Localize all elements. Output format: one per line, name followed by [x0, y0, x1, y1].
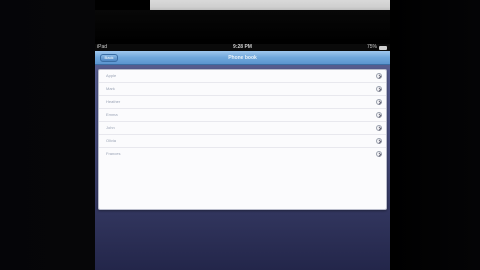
- device-name: iPad: [97, 44, 108, 50]
- list-item[interactable]: Apple: [99, 70, 386, 83]
- status-bar: iPad 9:28 PM 75%: [95, 44, 390, 51]
- list-item[interactable]: Mark: [99, 83, 386, 96]
- monitor-bezel-left: [0, 0, 95, 270]
- list-item[interactable]: John: [99, 122, 386, 135]
- disclosure-icon[interactable]: [376, 86, 382, 92]
- disclosure-icon[interactable]: [376, 99, 382, 105]
- disclosure-icon[interactable]: [376, 73, 382, 79]
- contact-list: Apple Mark Heather Emma John Olivia Fran…: [98, 69, 387, 210]
- page-title: Phone book: [228, 55, 257, 61]
- monitor-bezel-right: [390, 0, 480, 270]
- tablet-screen: iPad 9:28 PM 75% Back Phone book Apple M…: [95, 44, 390, 270]
- disclosure-icon[interactable]: [376, 112, 382, 118]
- list-item-label: Emma: [106, 112, 118, 117]
- list-item-label: John: [106, 125, 115, 130]
- list-item[interactable]: Olivia: [99, 135, 386, 148]
- list-item-label: Heather: [106, 99, 121, 104]
- battery-status: 75%: [367, 44, 387, 51]
- disclosure-icon[interactable]: [376, 138, 382, 144]
- list-item-label: Apple: [106, 73, 117, 78]
- list-item[interactable]: Emma: [99, 109, 386, 122]
- battery-icon: [379, 45, 387, 50]
- disclosure-icon[interactable]: [376, 151, 382, 157]
- list-item-label: Olivia: [106, 138, 117, 143]
- status-time: 9:28 PM: [233, 44, 252, 50]
- list-item-label: Frances: [106, 151, 121, 156]
- list-item-label: Mark: [106, 86, 115, 91]
- list-item[interactable]: Heather: [99, 96, 386, 109]
- navigation-bar: Back Phone book: [95, 51, 390, 65]
- list-item[interactable]: Frances: [99, 148, 386, 161]
- battery-percent: 75%: [366, 44, 377, 50]
- disclosure-icon[interactable]: [376, 125, 382, 131]
